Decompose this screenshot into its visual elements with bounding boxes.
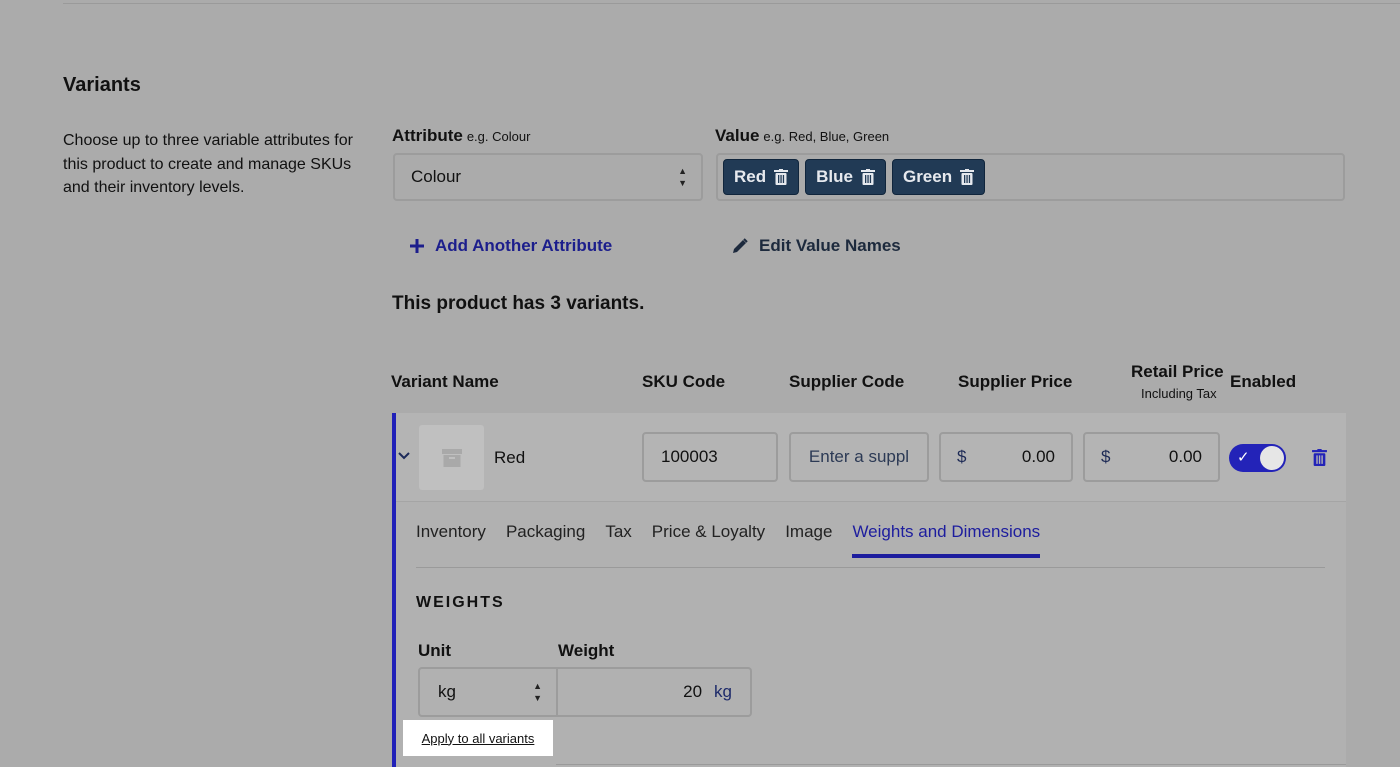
add-attribute-button[interactable]: Add Another Attribute	[409, 236, 612, 256]
supplier-code-input[interactable]: Enter a suppl	[789, 432, 929, 482]
check-icon: ✓	[1237, 449, 1250, 466]
tab-inventory[interactable]: Inventory	[416, 522, 486, 558]
product-editor-page: Variants Choose up to three variable att…	[0, 0, 1400, 767]
value-label: Value	[715, 126, 760, 145]
trash-icon[interactable]	[860, 169, 875, 185]
toggle-knob	[1260, 446, 1284, 470]
weights-heading: WEIGHTS	[416, 594, 505, 611]
value-chip-blue[interactable]: Blue	[805, 159, 886, 195]
header-supplier-code: Supplier Code	[789, 372, 905, 391]
header-retail-price-sub: Including Tax	[1141, 386, 1217, 401]
weight-label: Weight	[558, 641, 615, 660]
attribute-hint: e.g. Colour	[466, 129, 531, 144]
weight-value: 20	[683, 682, 703, 701]
edit-value-names-label: Edit Value Names	[759, 236, 901, 255]
currency-symbol: $	[1101, 447, 1111, 466]
chip-label: Blue	[816, 167, 853, 186]
archive-box-icon	[441, 448, 462, 467]
variant-tabs: Inventory Packaging Tax Price & Loyalty …	[416, 522, 1060, 558]
value-label-row: Value e.g. Red, Blue, Green	[715, 126, 889, 146]
chip-label: Red	[734, 167, 767, 186]
supplier-price-input[interactable]: $ 0.00	[939, 432, 1073, 482]
value-tags-input[interactable]: Red Blue Green	[716, 153, 1345, 201]
retail-price-input[interactable]: $ 0.00	[1083, 432, 1220, 482]
divider	[396, 501, 1346, 502]
divider	[416, 567, 1325, 568]
value-chip-green[interactable]: Green	[891, 159, 986, 195]
header-supplier-price: Supplier Price	[958, 372, 1073, 391]
header-retail-price: Retail Price	[1131, 362, 1224, 381]
weight-unit-select[interactable]: kg ▲ ▼	[418, 667, 558, 717]
section-description: Choose up to three variable attributes f…	[63, 132, 353, 196]
unit-label: Unit	[418, 641, 452, 660]
supplier-price-value: 0.00	[1021, 447, 1055, 466]
plus-icon	[410, 239, 424, 253]
attribute-selected-value: Colour	[411, 167, 462, 186]
edit-value-names-button[interactable]: Edit Value Names	[731, 236, 901, 256]
section-title: Variants	[63, 74, 141, 96]
chip-label: Green	[902, 167, 953, 186]
trash-icon[interactable]	[774, 169, 789, 185]
select-arrows-icon: ▲ ▼	[533, 681, 542, 703]
unit-selected-value: kg	[438, 682, 456, 701]
divider	[63, 3, 1400, 4]
sku-code-input[interactable]: 100003	[642, 432, 778, 482]
variant-image-placeholder[interactable]	[419, 425, 484, 490]
attribute-label-row: Attribute e.g. Colour	[392, 126, 530, 146]
tab-packaging[interactable]: Packaging	[506, 522, 585, 558]
tab-image[interactable]: Image	[785, 522, 832, 558]
divider	[556, 764, 1346, 765]
variants-summary: This product has 3 variants.	[392, 293, 645, 314]
header-enabled: Enabled	[1230, 372, 1297, 391]
pencil-icon	[733, 238, 748, 253]
value-hint: e.g. Red, Blue, Green	[763, 129, 890, 144]
trash-icon[interactable]	[960, 169, 975, 185]
sku-code-value: 100003	[661, 447, 718, 466]
enabled-toggle[interactable]: ✓	[1229, 444, 1286, 472]
currency-symbol: $	[957, 447, 967, 466]
tab-weights-dimensions[interactable]: Weights and Dimensions	[852, 522, 1041, 558]
select-arrows-icon: ▲ ▼	[678, 166, 687, 188]
tab-price-loyalty[interactable]: Price & Loyalty	[652, 522, 765, 558]
tab-tax[interactable]: Tax	[605, 522, 631, 558]
weight-unit-suffix: kg	[714, 682, 732, 701]
delete-variant-trash-icon[interactable]	[1312, 449, 1327, 471]
value-chip-red[interactable]: Red	[723, 159, 800, 195]
variant-name: Red	[494, 448, 526, 467]
retail-price-value: 0.00	[1168, 447, 1202, 466]
supplier-code-placeholder: Enter a suppl	[808, 447, 910, 466]
header-sku-code: SKU Code	[642, 372, 726, 391]
add-attribute-label: Add Another Attribute	[435, 236, 613, 255]
attribute-label: Attribute	[392, 126, 463, 145]
header-variant-name: Variant Name	[391, 372, 499, 391]
apply-to-all-variants-link[interactable]: Apply to all variants	[403, 720, 553, 756]
attribute-select[interactable]: Colour ▲ ▼	[393, 153, 703, 201]
weight-input[interactable]: 20 kg	[558, 667, 752, 717]
chevron-down-icon[interactable]	[398, 447, 410, 463]
